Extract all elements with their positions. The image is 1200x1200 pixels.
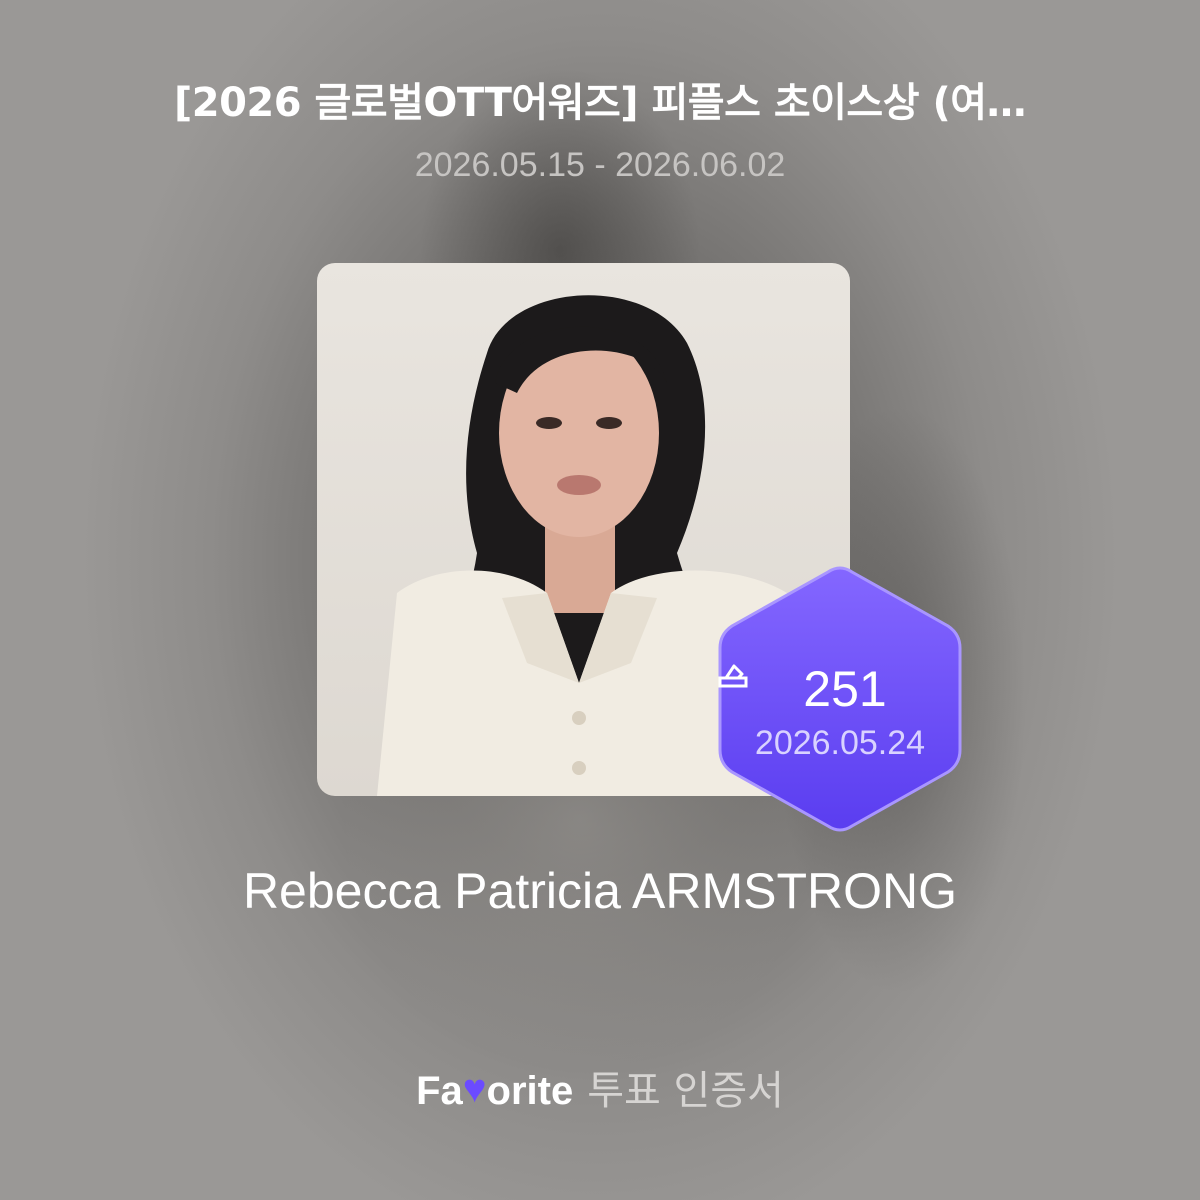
nominee-name: Rebecca Patricia ARMSTRONG: [242, 863, 958, 919]
vote-count-badge: 251 2026.05.24: [716, 564, 964, 834]
favorite-logo: Fa♥orite: [416, 1067, 574, 1113]
vote-count-value: 251: [803, 661, 887, 717]
footer-branding: Fa♥orite 투표 인증서: [0, 1058, 1200, 1116]
certificate-label: 투표 인증서: [587, 1068, 784, 1114]
vote-title: [2026 글로벌OTT어워즈] 피플스 초이스상 (여…: [173, 80, 1027, 126]
heart-icon: ♥: [462, 1067, 487, 1111]
vote-count: 251: [716, 660, 964, 718]
vote-period: 2026.05.15 - 2026.06.02: [414, 146, 786, 184]
vote-date: 2026.05.24: [754, 724, 926, 762]
